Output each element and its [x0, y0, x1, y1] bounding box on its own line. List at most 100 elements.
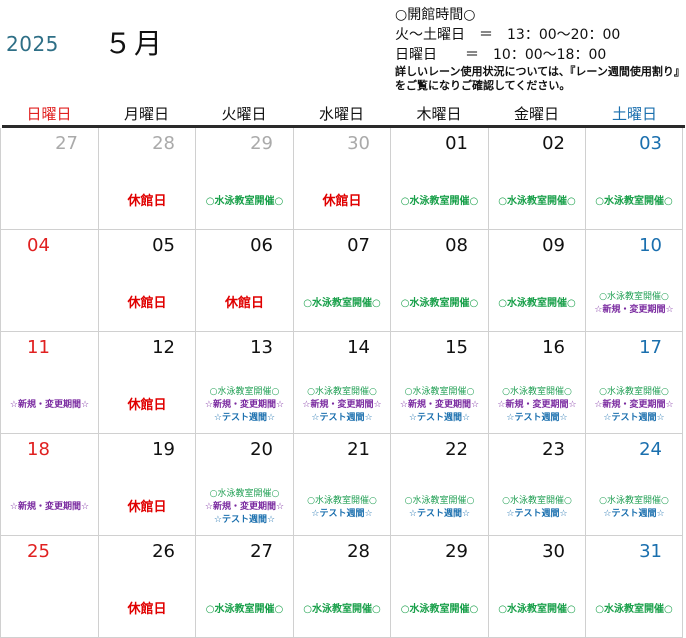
day-number: 07 [347, 235, 370, 256]
day-cell: 03 ○水泳教室開催○ [586, 128, 683, 230]
swim-class-label: ○水泳教室開催○ [209, 489, 280, 499]
registration-period-label: ☆新規・変更期間☆ [302, 400, 382, 410]
day-number: 29 [445, 541, 468, 562]
day-cell: 05 休館日 [99, 230, 196, 332]
hours-weekday: 火～土曜日 ＝ 13：00～20：00 [395, 27, 621, 43]
day-cell: 10 ○水泳教室開催○ ☆新規・変更期間☆ [586, 230, 683, 332]
registration-period-label: ☆新規・変更期間☆ [9, 400, 90, 410]
day-events [1, 582, 98, 633]
day-events: 休館日 [99, 582, 195, 633]
day-events [1, 276, 98, 327]
day-cell: 07 ○水泳教室開催○ [294, 230, 391, 332]
day-cell: 30 休館日 [294, 128, 391, 230]
swim-class-label: ○水泳教室開催○ [595, 604, 673, 615]
swim-class-label: ○水泳教室開催○ [307, 495, 377, 506]
day-events: ○水泳教室開催○ [489, 276, 585, 327]
day-events: ☆新規・変更期間☆ [1, 480, 98, 531]
day-cell: 20 ○水泳教室開催○ ☆新規・変更期間☆ ☆テスト週間☆ [196, 434, 294, 536]
lane-usage-note-2: をご覧になりご確認してください。 [395, 79, 571, 92]
registration-period-label: ☆新規・変更期間☆ [594, 304, 674, 315]
day-cell: 17 ○水泳教室開催○ ☆新規・変更期間☆ ☆テスト週間☆ [586, 332, 683, 434]
day-number: 05 [152, 235, 175, 256]
day-cell: 28 休館日 [99, 128, 196, 230]
swim-class-label: ○水泳教室開催○ [303, 298, 381, 309]
day-number: 27 [55, 133, 78, 154]
day-number: 19 [152, 439, 175, 460]
day-events: ○水泳教室開催○ ☆新規・変更期間☆ ☆テスト週間☆ [196, 480, 293, 531]
day-number: 15 [445, 337, 468, 358]
day-events: ○水泳教室開催○ [586, 174, 682, 225]
swim-class-label: ○水泳教室開催○ [595, 196, 673, 207]
swim-class-label: ○水泳教室開催○ [303, 604, 381, 615]
day-number: 27 [250, 541, 273, 562]
day-events: 休館日 [99, 276, 195, 327]
day-cell: 15 ○水泳教室開催○ ☆新規・変更期間☆ ☆テスト週間☆ [391, 332, 489, 434]
closed-day-label: 休館日 [224, 296, 264, 311]
day-number: 29 [250, 133, 273, 154]
day-cell: 02 ○水泳教室開催○ [489, 128, 586, 230]
day-cell: 22 ○水泳教室開催○ ☆テスト週間☆ [391, 434, 489, 536]
day-events: ○水泳教室開催○ [489, 582, 585, 633]
day-events: 休館日 [294, 174, 390, 225]
day-events: ○水泳教室開催○ [196, 582, 293, 633]
day-cell: 18 ☆新規・変更期間☆ [1, 434, 99, 536]
swim-class-label: ○水泳教室開催○ [400, 298, 479, 309]
test-week-label: ☆テスト週間☆ [213, 515, 276, 525]
day-number: 25 [27, 541, 50, 562]
test-week-label: ☆テスト週間☆ [408, 413, 471, 423]
weekday-label: 金曜日 [513, 105, 559, 123]
test-week-label: ☆テスト週間☆ [311, 413, 373, 423]
registration-period-label: ☆新規・変更期間☆ [204, 400, 285, 410]
day-number: 28 [152, 133, 175, 154]
day-number: 16 [542, 337, 565, 358]
weekday-label: 土曜日 [611, 105, 657, 123]
day-events: ○水泳教室開催○ [196, 174, 293, 225]
day-number: 26 [152, 541, 175, 562]
weekday-header: 日曜日 月曜日 火曜日 水曜日 木曜日 金曜日 土曜日 [0, 103, 684, 125]
day-number: 20 [250, 439, 273, 460]
test-week-label: ☆テスト週間☆ [311, 508, 373, 519]
registration-period-label: ☆新規・変更期間☆ [594, 400, 674, 410]
day-cell: 08 ○水泳教室開催○ [391, 230, 489, 332]
day-number: 06 [250, 235, 273, 256]
opening-hours: ○開館時間○ 火～土曜日 ＝ 13：00～20：00 日曜日 ＝ 10：00～1… [395, 5, 685, 93]
test-week-label: ☆テスト週間☆ [213, 413, 276, 423]
day-number: 18 [27, 439, 50, 460]
day-events: ○水泳教室開催○ [294, 276, 390, 327]
day-cell: 13 ○水泳教室開催○ ☆新規・変更期間☆ ☆テスト週間☆ [196, 332, 294, 434]
day-number: 21 [347, 439, 370, 460]
swim-class-label: ○水泳教室開催○ [599, 291, 669, 302]
weekday-label: 火曜日 [221, 105, 267, 123]
closed-day-label: 休館日 [127, 500, 167, 515]
day-cell: 26 休館日 [99, 536, 196, 638]
closed-day-label: 休館日 [322, 194, 362, 209]
day-events: ○水泳教室開催○ ☆新規・変更期間☆ ☆テスト週間☆ [196, 378, 293, 429]
day-events: ○水泳教室開催○ [391, 276, 488, 327]
test-week-label: ☆テスト週間☆ [603, 508, 665, 519]
swim-class-label: ○水泳教室開催○ [307, 387, 377, 397]
swim-class-label: ○水泳教室開催○ [502, 387, 572, 397]
day-number: 04 [27, 235, 50, 256]
day-cell: 21 ○水泳教室開催○ ☆テスト週間☆ [294, 434, 391, 536]
day-cell: 09 ○水泳教室開催○ [489, 230, 586, 332]
day-number: 31 [639, 541, 662, 562]
day-number: 01 [445, 133, 468, 154]
day-cell: 14 ○水泳教室開催○ ☆新規・変更期間☆ ☆テスト週間☆ [294, 332, 391, 434]
day-number: 13 [250, 337, 273, 358]
day-events: ○水泳教室開催○ ☆テスト週間☆ [294, 480, 390, 531]
day-number: 10 [639, 235, 662, 256]
day-events: ○水泳教室開催○ ☆テスト週間☆ [586, 480, 682, 531]
day-events: 休館日 [99, 480, 195, 531]
day-events: ○水泳教室開催○ ☆新規・変更期間☆ [586, 276, 682, 327]
day-number: 17 [639, 337, 662, 358]
day-cell: 25 [1, 536, 99, 638]
day-number: 08 [445, 235, 468, 256]
test-week-label: ☆テスト週間☆ [506, 413, 568, 423]
test-week-label: ☆テスト週間☆ [603, 413, 665, 423]
day-events: ○水泳教室開催○ [489, 174, 585, 225]
swim-class-label: ○水泳教室開催○ [502, 495, 572, 506]
swim-class-label: ○水泳教室開催○ [400, 604, 479, 615]
day-cell: 01 ○水泳教室開催○ [391, 128, 489, 230]
day-cell: 06 休館日 [196, 230, 294, 332]
day-number: 28 [347, 541, 370, 562]
